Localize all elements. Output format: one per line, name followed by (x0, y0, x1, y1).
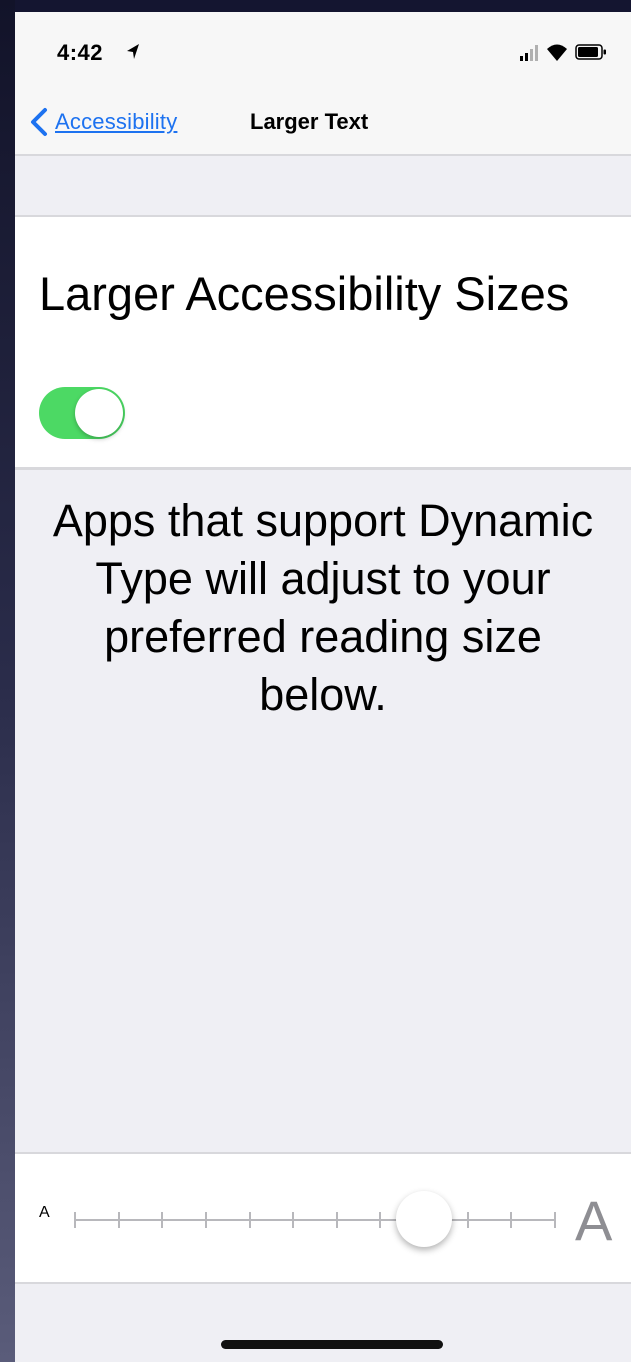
phone-screen: 4:42 Accessibility Larger Text Larger Ac… (15, 12, 631, 1362)
slider-tick (161, 1212, 164, 1228)
slider-tick (204, 1212, 207, 1228)
slider-tick (466, 1212, 469, 1228)
large-text-size-label: A (575, 1189, 613, 1252)
status-time: 4:42 (57, 40, 104, 65)
slider-tick (74, 1212, 76, 1228)
slider-tick (379, 1212, 382, 1228)
battery-icon (575, 44, 606, 60)
back-button-label: Accessibility (55, 109, 178, 134)
device-frame-left (0, 0, 15, 1362)
larger-sizes-cell: Larger Accessibility Sizes (15, 215, 631, 470)
status-bar: 4:42 (15, 12, 631, 92)
text-size-slider-cell: A A (15, 1152, 631, 1284)
slider-thumb[interactable] (396, 1191, 453, 1247)
dynamic-type-description: Apps that support Dynamic Type will adju… (52, 495, 594, 720)
small-text-size-label: A (39, 1204, 50, 1221)
wifi-icon (547, 44, 567, 61)
larger-sizes-toggle[interactable] (39, 387, 125, 439)
page-title: Larger Text (250, 109, 369, 134)
larger-sizes-label: Larger Accessibility Sizes (39, 267, 570, 320)
slider-tick (335, 1212, 338, 1228)
slider-tick (292, 1212, 295, 1228)
slider-tick (510, 1212, 513, 1228)
back-button[interactable]: Accessibility (29, 102, 177, 142)
chevron-left-icon (31, 108, 47, 136)
text-size-slider[interactable] (74, 1191, 556, 1247)
slider-tick (554, 1212, 556, 1228)
navigation-bar: Accessibility Larger Text (15, 92, 631, 156)
location-icon (127, 44, 139, 59)
slider-tick (117, 1212, 120, 1228)
home-indicator[interactable] (221, 1340, 443, 1349)
toggle-knob (75, 389, 123, 437)
signal-icon (520, 45, 538, 61)
slider-tick (248, 1212, 251, 1228)
device-frame-top (0, 0, 631, 12)
